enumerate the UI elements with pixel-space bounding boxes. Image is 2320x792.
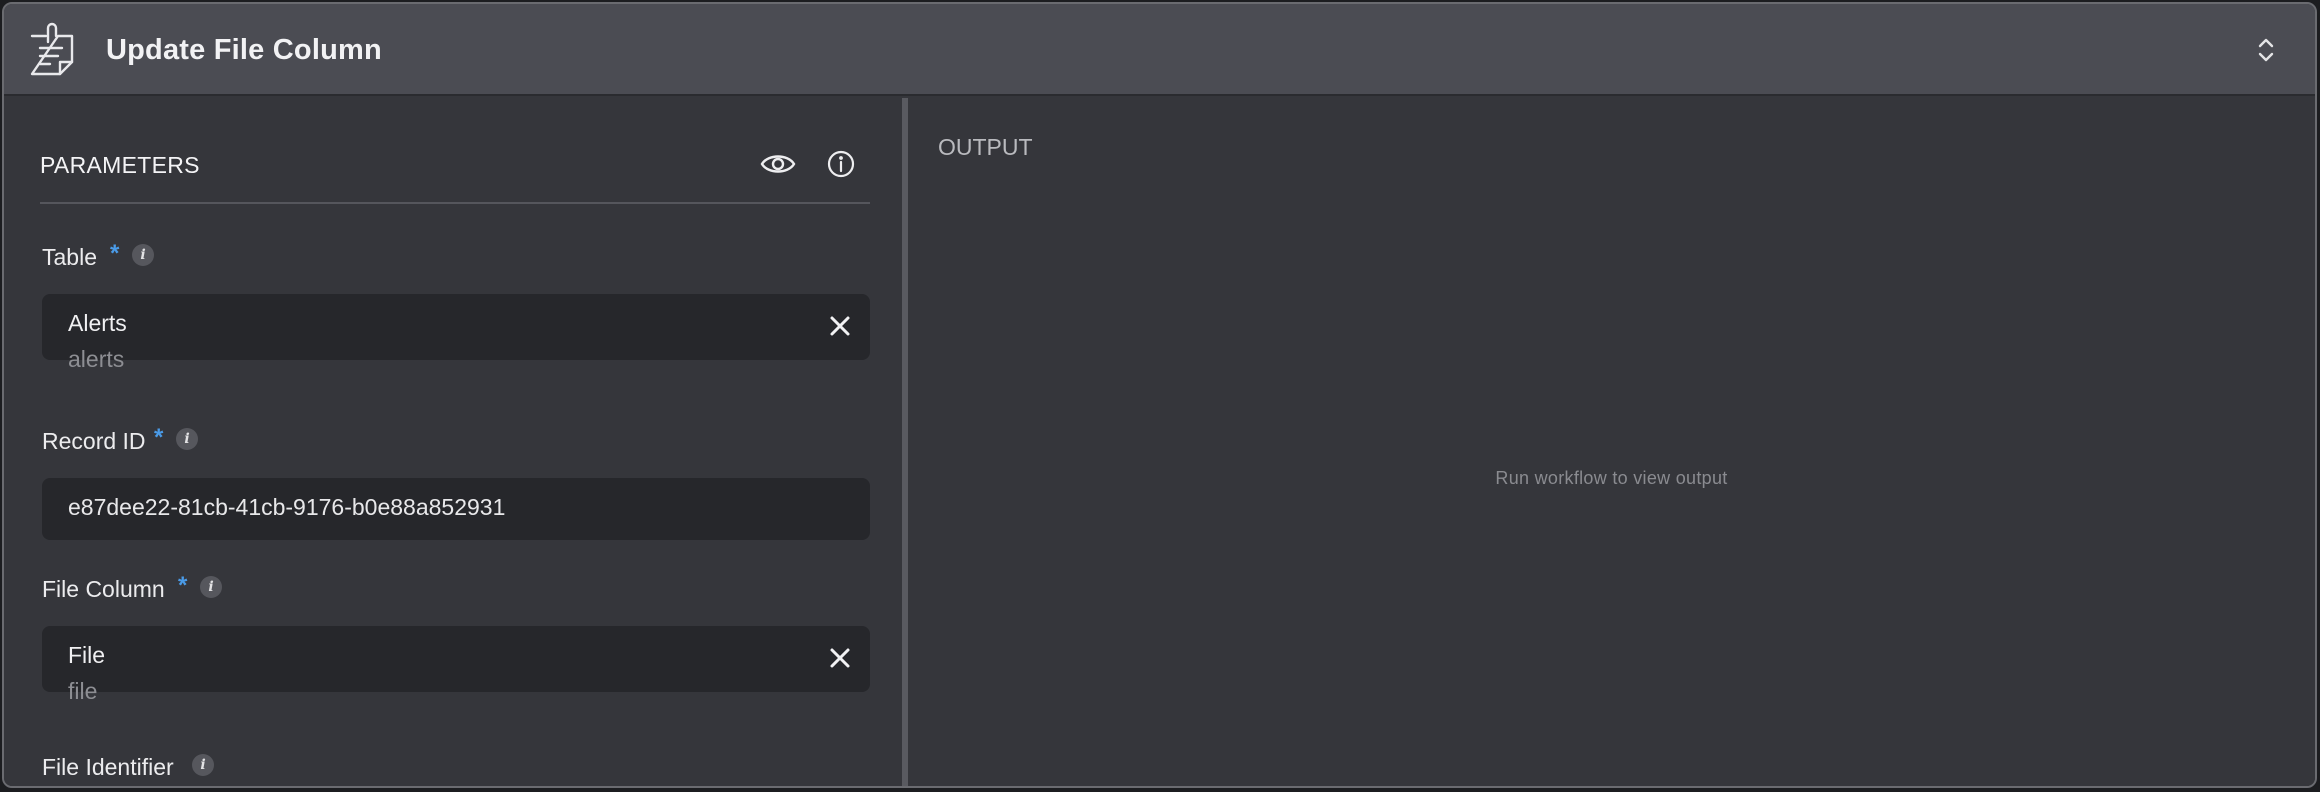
chevron-up-down-icon[interactable]: [2255, 36, 2277, 64]
record-id-value[interactable]: e87dee22-81cb-41cb-9176-b0e88a852931: [68, 494, 505, 521]
required-mark: *: [178, 572, 188, 599]
divider: [40, 202, 870, 204]
eye-icon[interactable]: [760, 150, 796, 178]
record-id-info-icon[interactable]: i: [176, 428, 198, 450]
record-id-input[interactable]: e87dee22-81cb-41cb-9176-b0e88a852931: [42, 478, 870, 540]
file-column-selected-key: file: [68, 678, 98, 704]
step-header: Update File Column: [4, 4, 2315, 96]
table-label: Table: [42, 244, 97, 270]
table-selected-key: alerts: [68, 346, 125, 372]
parameters-heading: PARAMETERS: [40, 152, 200, 178]
file-column-selected-label: File: [68, 642, 106, 668]
output-empty-message: Run workflow to view output: [1495, 468, 1728, 488]
info-icon[interactable]: [826, 149, 856, 179]
table-info-icon[interactable]: i: [132, 244, 154, 266]
step-title: Update File Column: [106, 34, 382, 66]
table-select[interactable]: Alerts alerts: [42, 294, 870, 372]
file-column-info-icon[interactable]: i: [200, 576, 222, 598]
workflow-step-window: Update File Column PARAMETERS Table * i …: [2, 2, 2317, 788]
close-icon[interactable]: [828, 314, 852, 338]
file-identifier-label: File Identifier: [42, 754, 174, 780]
required-mark: *: [110, 240, 120, 267]
output-panel: OUTPUT Run workflow to view output: [908, 98, 2315, 786]
file-column-select[interactable]: File file: [42, 626, 870, 704]
file-identifier-info-icon[interactable]: i: [192, 754, 214, 776]
output-heading: OUTPUT: [938, 134, 1033, 160]
file-column-label: File Column: [42, 576, 165, 602]
close-icon[interactable]: [828, 646, 852, 670]
note-icon: [30, 22, 74, 76]
required-mark: *: [154, 424, 164, 451]
record-id-label: Record ID: [42, 428, 146, 454]
parameters-panel: PARAMETERS Table * i Alerts alerts Recor…: [4, 98, 902, 786]
table-selected-label: Alerts: [68, 310, 127, 336]
